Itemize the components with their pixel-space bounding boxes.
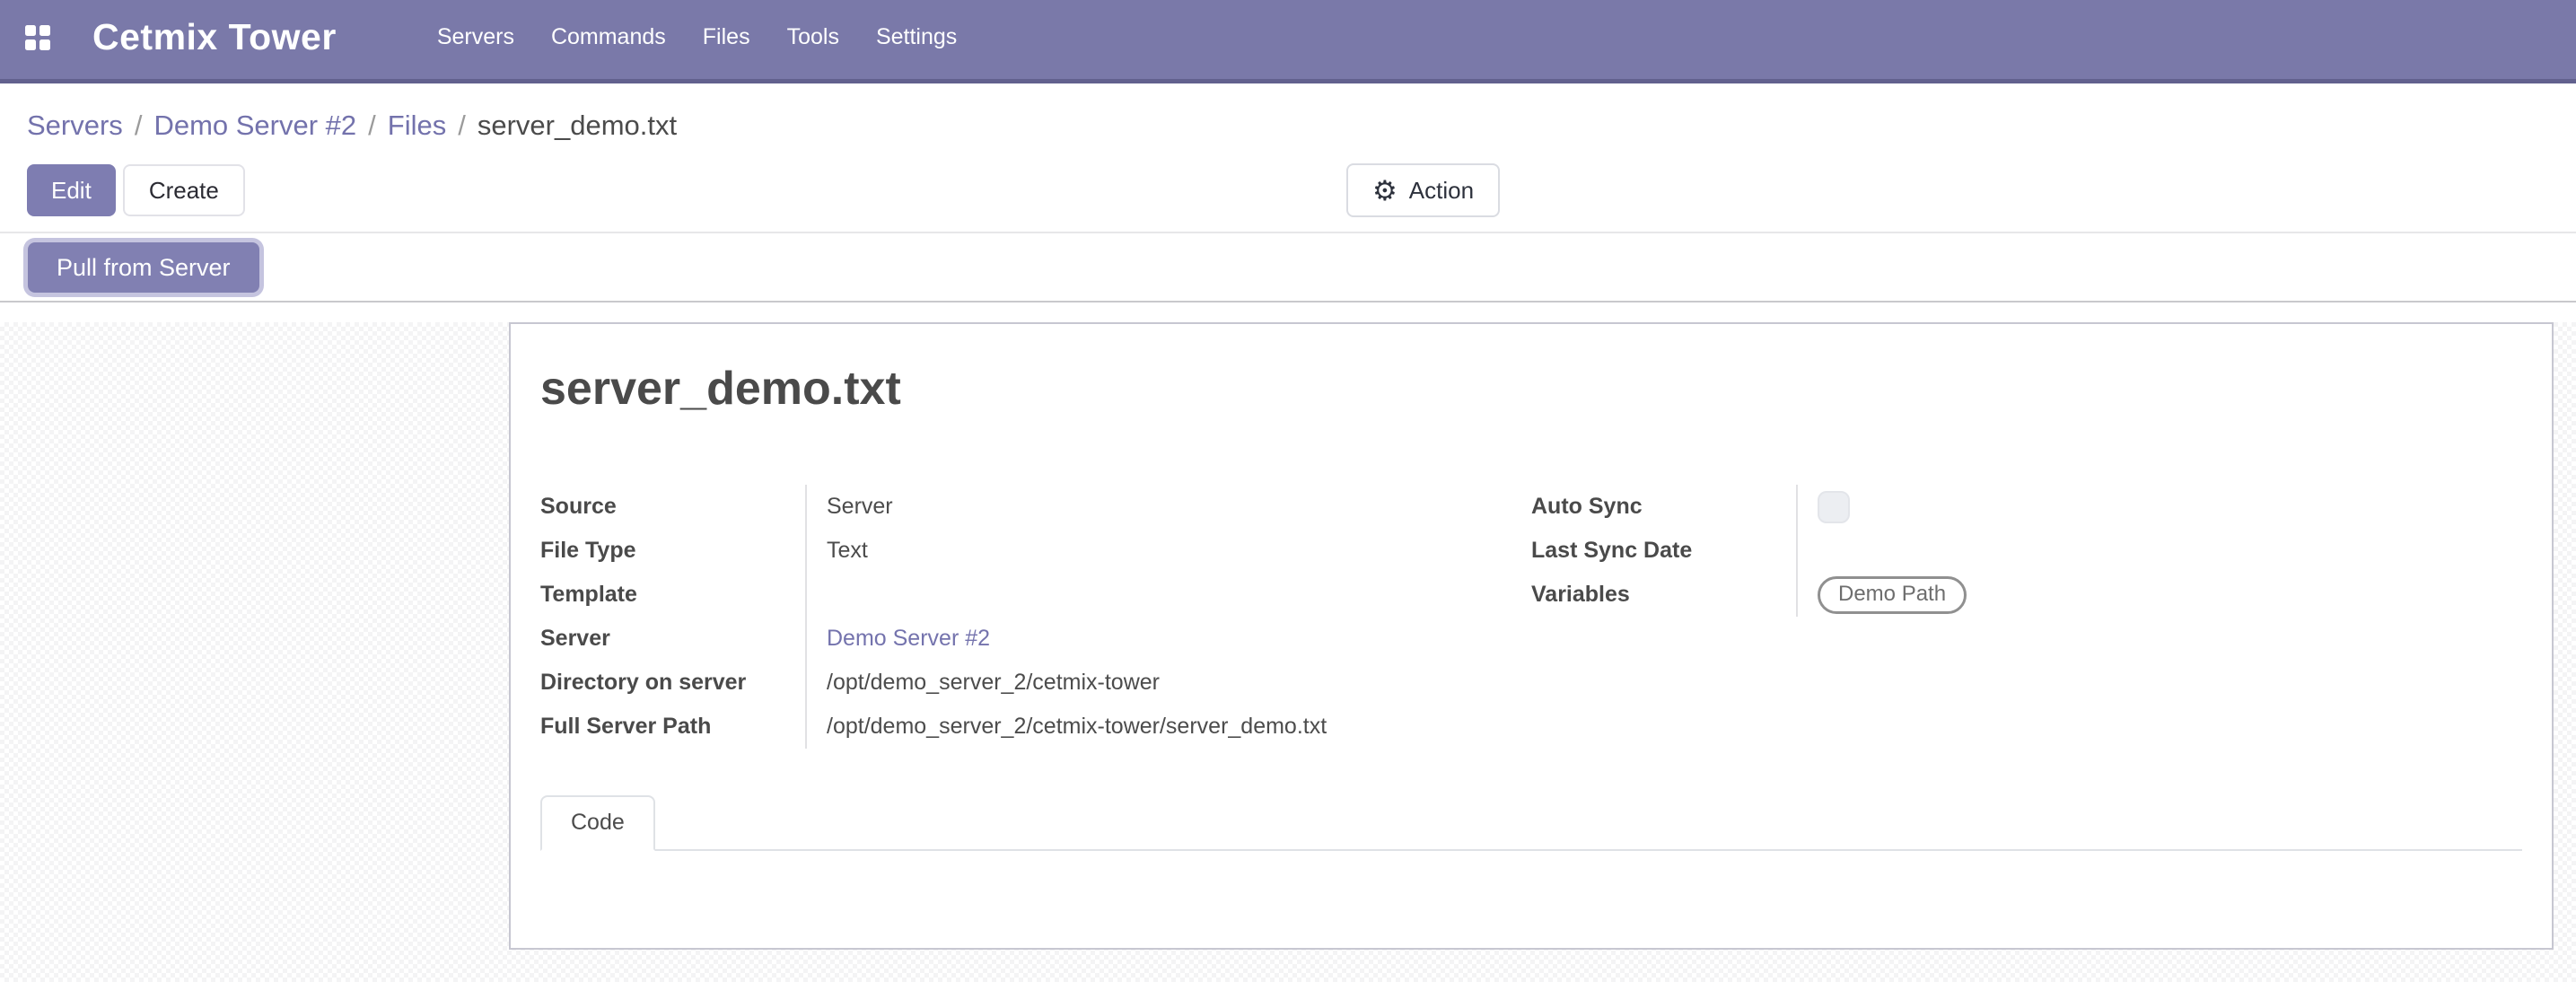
field-label-server: Server xyxy=(540,617,805,661)
apps-grid-square xyxy=(25,39,36,50)
field-group-left: Source Server File Type Text Template Se… xyxy=(540,485,1531,749)
menu-item-commands[interactable]: Commands xyxy=(551,24,666,50)
breadcrumb-link-files[interactable]: Files xyxy=(388,110,446,141)
menu-item-settings[interactable]: Settings xyxy=(876,24,957,50)
variable-tag-demo-path[interactable]: Demo Path xyxy=(1818,576,1967,614)
status-bar: Pull from Server xyxy=(0,233,2576,302)
breadcrumb-link-servers[interactable]: Servers xyxy=(27,110,123,141)
menu-item-tools[interactable]: Tools xyxy=(787,24,839,50)
field-value-server: Demo Server #2 xyxy=(805,617,1531,661)
main-menu: Servers Commands Files Tools Settings xyxy=(437,24,957,50)
apps-grid-icon[interactable] xyxy=(25,25,50,50)
auto-sync-checkbox[interactable] xyxy=(1818,491,1850,523)
menu-item-servers[interactable]: Servers xyxy=(437,24,514,50)
tab-code[interactable]: Code xyxy=(540,795,655,851)
control-panel: Servers / Demo Server #2 / Files / server_demo… xyxy=(0,83,2576,233)
control-buttons-row: Edit Create ⚙ Action xyxy=(0,164,2576,216)
field-label-auto-sync: Auto Sync xyxy=(1531,485,1796,529)
field-value-directory: /opt/demo_server_2/cetmix-tower xyxy=(805,661,1531,705)
breadcrumb-separator: / xyxy=(135,110,143,141)
field-label-variables: Variables xyxy=(1531,573,1796,617)
create-button[interactable]: Create xyxy=(123,164,245,216)
apps-grid-square xyxy=(39,25,50,36)
breadcrumb-current: server_demo.txt xyxy=(478,110,677,141)
field-value-full-path: /opt/demo_server_2/cetmix-tower/server_d… xyxy=(805,705,1531,749)
breadcrumb-link-demo-server-2[interactable]: Demo Server #2 xyxy=(153,110,356,141)
top-navbar: Cetmix Tower Servers Commands Files Tool… xyxy=(0,0,2576,83)
field-value-file-type: Text xyxy=(805,529,1531,573)
server-record-link[interactable]: Demo Server #2 xyxy=(827,626,990,652)
form-sheet: server_demo.txt Source Server File Type … xyxy=(509,322,2554,950)
field-value-auto-sync xyxy=(1796,485,2522,529)
field-label-source: Source xyxy=(540,485,805,529)
breadcrumb: Servers / Demo Server #2 / Files / server_demo… xyxy=(0,83,2576,144)
breadcrumb-separator: / xyxy=(368,110,376,141)
action-button-label: Action xyxy=(1409,177,1474,205)
action-button[interactable]: ⚙ Action xyxy=(1346,163,1500,217)
field-value-source: Server xyxy=(805,485,1531,529)
app-brand[interactable]: Cetmix Tower xyxy=(92,16,337,58)
pull-from-server-button[interactable]: Pull from Server xyxy=(28,242,259,293)
field-group-right: Auto Sync Last Sync Date Variables Demo … xyxy=(1531,485,2522,749)
form-view-background: server_demo.txt Source Server File Type … xyxy=(0,322,2576,982)
field-value-template xyxy=(805,573,1531,617)
field-label-directory: Directory on server xyxy=(540,661,805,705)
breadcrumb-separator: / xyxy=(458,110,466,141)
field-groups: Source Server File Type Text Template Se… xyxy=(540,485,2522,749)
notebook: Code xyxy=(540,795,2522,851)
menu-item-files[interactable]: Files xyxy=(703,24,750,50)
field-label-file-type: File Type xyxy=(540,529,805,573)
field-value-variables: Demo Path xyxy=(1796,573,2522,617)
field-label-template: Template xyxy=(540,573,805,617)
apps-grid-square xyxy=(39,39,50,50)
notebook-tabs: Code xyxy=(540,795,2522,851)
field-value-last-sync-date xyxy=(1796,529,2522,573)
field-label-last-sync-date: Last Sync Date xyxy=(1531,529,1796,573)
apps-grid-square xyxy=(25,25,36,36)
record-title: server_demo.txt xyxy=(540,362,2522,416)
field-label-full-path: Full Server Path xyxy=(540,705,805,749)
edit-button[interactable]: Edit xyxy=(27,164,116,216)
gear-icon: ⚙ xyxy=(1372,177,1398,205)
